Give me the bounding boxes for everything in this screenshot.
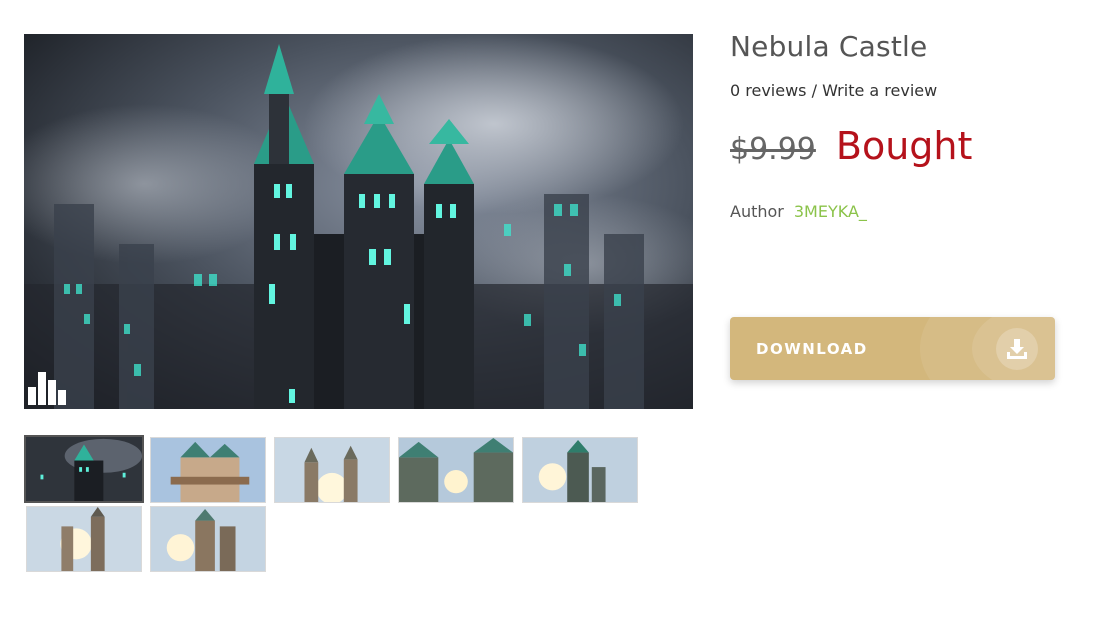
author-label: Author — [730, 202, 784, 221]
purchase-status: Bought — [835, 124, 973, 168]
download-label: DOWNLOAD — [756, 340, 868, 358]
product-info: Nebula Castle 0 reviews / Write a review… — [730, 30, 1070, 221]
author-row: Author 3MEYKA_ — [730, 202, 1070, 221]
thumbnail-3[interactable] — [274, 437, 390, 503]
main-product-image[interactable] — [24, 34, 693, 409]
reviews-separator: / — [806, 81, 823, 100]
author-link[interactable]: 3MEYKA_ — [794, 202, 867, 221]
thumbnail-5[interactable] — [522, 437, 638, 503]
write-review-link[interactable]: Write a review — [822, 81, 937, 100]
reviews-count-link[interactable]: 0 reviews — [730, 81, 807, 100]
thumbnail-6[interactable] — [26, 506, 142, 572]
thumbnail-1[interactable] — [24, 435, 144, 503]
product-title: Nebula Castle — [730, 30, 928, 63]
thumbnail-4[interactable] — [398, 437, 514, 503]
download-icon — [996, 328, 1038, 370]
download-button[interactable]: DOWNLOAD — [730, 317, 1055, 380]
reviews-line: 0 reviews / Write a review — [730, 81, 1070, 100]
thumbnail-2[interactable] — [150, 437, 266, 503]
thumbnail-7[interactable] — [150, 506, 266, 572]
old-price: $9.99 — [730, 132, 816, 167]
price-row: $9.99 Bought — [730, 124, 1070, 168]
